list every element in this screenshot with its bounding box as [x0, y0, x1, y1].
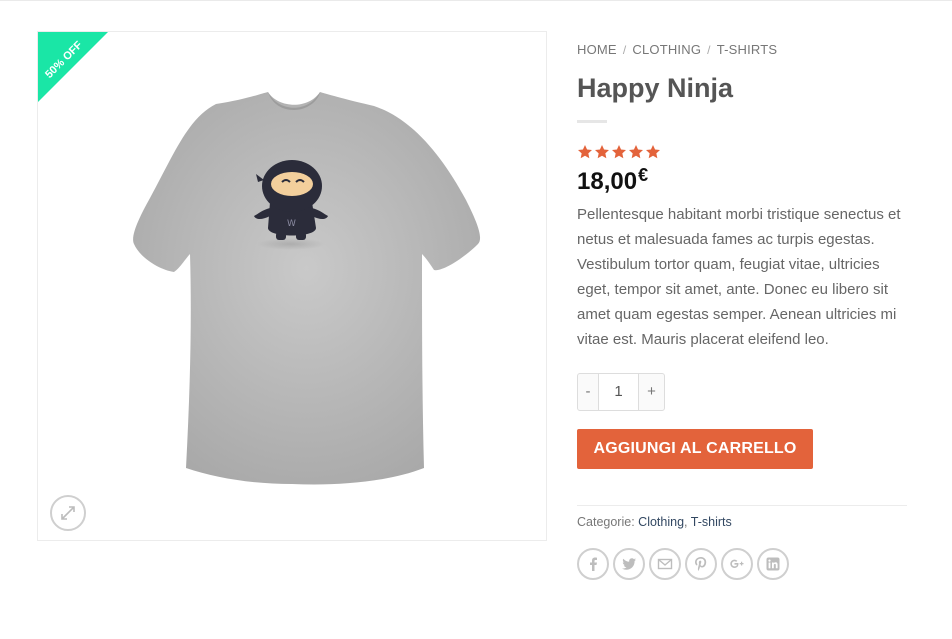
- share-pinterest-button[interactable]: [685, 547, 717, 580]
- google-plus-icon: [730, 559, 744, 568]
- tshirt-image: W: [133, 92, 481, 485]
- share-icons: [577, 547, 907, 580]
- share-google-plus-button[interactable]: [721, 547, 753, 580]
- pinterest-icon: [695, 556, 707, 571]
- linkedin-icon: [766, 557, 780, 571]
- price-currency: €: [638, 164, 649, 185]
- svg-text:W: W: [287, 219, 296, 229]
- share-facebook-button[interactable]: [577, 547, 609, 580]
- quantity-input[interactable]: [599, 372, 638, 411]
- product-summary: HOME / CLOTHING / T-SHIRTS Happy Ninja 18,00…: [577, 42, 907, 580]
- category-separator: ,: [684, 514, 688, 529]
- star-icon: [629, 144, 643, 158]
- zoom-button[interactable]: [50, 495, 86, 531]
- share-email-button[interactable]: [649, 547, 681, 580]
- categories-label: Categorie:: [577, 514, 635, 529]
- title-divider: [577, 119, 607, 123]
- twitter-icon: [622, 557, 636, 570]
- breadcrumb-tshirts[interactable]: T-SHIRTS: [717, 42, 778, 57]
- star-icon: [595, 144, 609, 158]
- star-icon: [612, 144, 626, 158]
- star-rating: [577, 144, 907, 160]
- breadcrumb-separator: /: [707, 43, 711, 57]
- star-icon: [646, 144, 660, 158]
- price-amount: 18,00: [577, 167, 638, 195]
- header-divider: [0, 0, 952, 1]
- category-link-clothing[interactable]: Clothing: [638, 515, 684, 529]
- category-link-tshirts[interactable]: T-shirts: [691, 515, 732, 529]
- breadcrumb-separator: /: [622, 43, 627, 57]
- breadcrumb: HOME / CLOTHING / T-SHIRTS: [577, 42, 907, 60]
- share-twitter-button[interactable]: [613, 547, 645, 580]
- facebook-icon: [590, 557, 597, 571]
- product-description: Pellentesque habitant morbi tristique se…: [577, 205, 901, 348]
- share-linkedin-button[interactable]: [757, 547, 789, 580]
- product-price: 18,00 €: [577, 164, 907, 198]
- product-title: Happy Ninja: [577, 73, 734, 103]
- quantity-stepper: - +: [577, 372, 907, 411]
- email-icon: [657, 558, 673, 569]
- quantity-minus-button[interactable]: -: [577, 372, 599, 411]
- expand-icon: [61, 506, 75, 520]
- product-meta: Categorie: Clothing, T-shirts: [577, 504, 907, 529]
- quantity-plus-button[interactable]: +: [638, 372, 665, 411]
- sale-badge: 50% OFF: [38, 32, 108, 102]
- star-icon: [578, 144, 592, 158]
- add-to-cart-button[interactable]: AGGIUNGI AL CARRELLO: [577, 428, 813, 469]
- product-image[interactable]: W 50% OFF: [37, 31, 547, 541]
- breadcrumb-home[interactable]: HOME: [577, 42, 617, 57]
- breadcrumb-clothing[interactable]: CLOTHING: [632, 42, 701, 57]
